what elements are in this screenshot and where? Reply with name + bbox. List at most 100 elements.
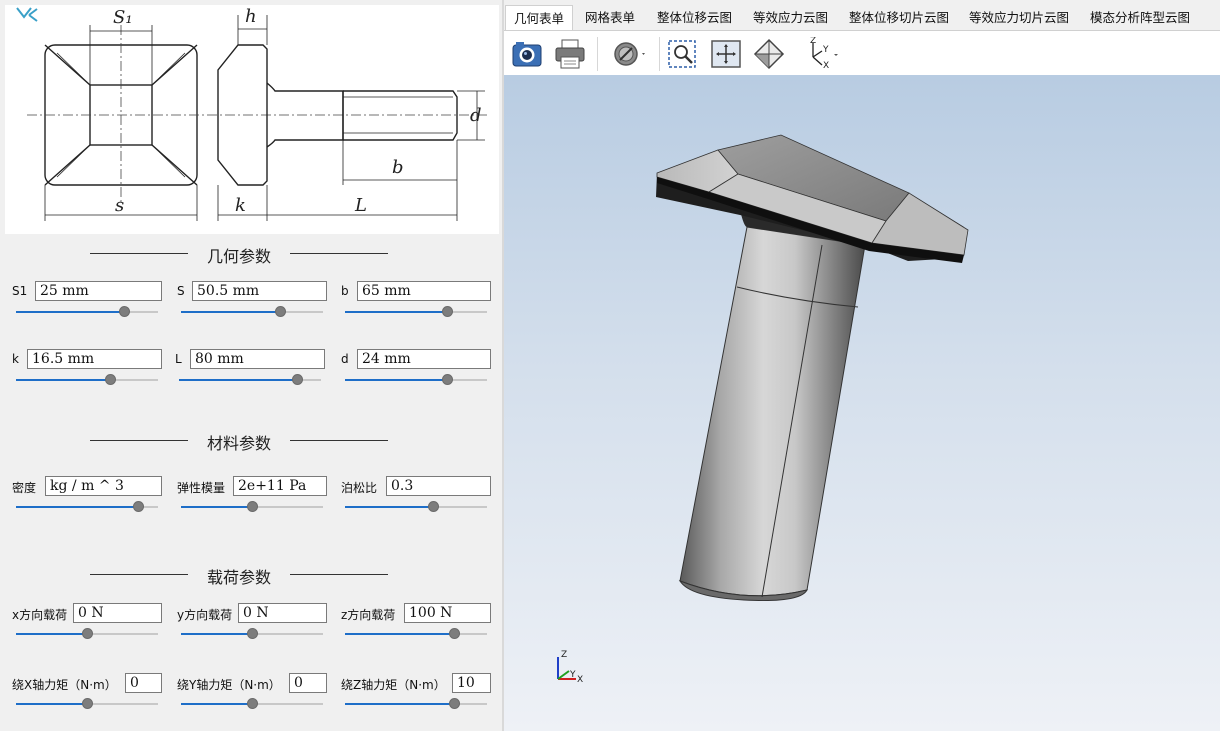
camera-icon[interactable] <box>510 37 544 71</box>
tab-modal-shape[interactable]: 模态分析阵型云图 <box>1082 5 1198 30</box>
tab-mesh-form[interactable]: 网格表单 <box>577 5 643 30</box>
d-dimension-label: d <box>470 105 482 126</box>
my-label: 绕Y轴力矩（N·m） <box>177 678 281 692</box>
mz-slider[interactable] <box>345 698 487 709</box>
param-d: d 24 mm <box>341 349 491 389</box>
tab-displacement-contour[interactable]: 整体位移云图 <box>649 5 740 30</box>
k-label: k <box>12 352 19 366</box>
tab-geometry-form[interactable]: 几何表单 <box>505 5 574 30</box>
d-slider[interactable] <box>345 374 487 385</box>
elastic-modulus-input[interactable]: 2e+11 Pa <box>233 476 327 496</box>
viewer-panel: 几何表单 网格表单 整体位移云图 等效应力云图 整体位移切片云图 等效应力切片云… <box>504 0 1220 731</box>
density-slider[interactable] <box>16 501 158 512</box>
zoom-box-icon[interactable] <box>666 37 700 71</box>
fx-slider[interactable] <box>16 628 158 639</box>
svg-text:Y: Y <box>822 45 829 55</box>
l-slider[interactable] <box>179 374 321 385</box>
toolbar-separator <box>597 37 598 71</box>
d-input[interactable]: 24 mm <box>357 349 491 369</box>
axis-z-label: Z <box>561 650 567 660</box>
s1-slider-thumb[interactable] <box>118 306 130 317</box>
poisson-ratio-label: 泊松比 <box>341 481 378 495</box>
tab-stress-slice[interactable]: 等效应力切片云图 <box>961 5 1077 30</box>
axis-view-icon[interactable]: Z Y X <box>800 36 842 71</box>
s-slider-thumb[interactable] <box>275 306 287 317</box>
fy-slider-thumb[interactable] <box>247 628 258 639</box>
mx-label: 绕X轴力矩（N·m） <box>12 678 117 692</box>
l-input[interactable]: 80 mm <box>190 349 325 369</box>
param-k: k 16.5 mm <box>12 349 162 389</box>
k-input[interactable]: 16.5 mm <box>27 349 162 369</box>
density-input[interactable]: kg / m ^ 3 <box>45 476 162 496</box>
k-slider-thumb[interactable] <box>104 374 116 385</box>
s1-input[interactable]: 25 mm <box>35 281 162 301</box>
mx-slider[interactable] <box>16 698 158 709</box>
my-input[interactable]: 0 <box>289 673 327 693</box>
param-s: S 50.5 mm <box>177 281 327 321</box>
fz-label: z方向载荷 <box>341 608 396 622</box>
fx-input[interactable]: 0 N <box>73 603 162 623</box>
param-fx: x方向载荷 0 N <box>12 603 162 643</box>
poisson-ratio-slider[interactable] <box>345 501 487 512</box>
s-input[interactable]: 50.5 mm <box>192 281 327 301</box>
axis-x-label: X <box>577 675 583 685</box>
geometry-section-label: 几何参数 <box>206 247 271 266</box>
tab-stress-contour[interactable]: 等效应力云图 <box>745 5 836 30</box>
printer-icon[interactable] <box>553 37 587 71</box>
tab-displacement-slice[interactable]: 整体位移切片云图 <box>841 5 957 30</box>
b-dimension-label: b <box>392 157 404 178</box>
k-slider[interactable] <box>16 374 158 385</box>
param-l: L 80 mm <box>175 349 325 389</box>
fz-slider-thumb[interactable] <box>449 628 461 639</box>
b-slider-thumb[interactable] <box>442 306 454 317</box>
fit-view-icon[interactable] <box>709 37 743 71</box>
param-b: b 65 mm <box>341 281 491 321</box>
fy-input[interactable]: 0 N <box>238 603 327 623</box>
logo-icon <box>16 7 38 22</box>
parameter-panel: S₁ h d b s k L 几何参数 S1 25 mm S 50.5 mm b… <box>0 0 503 731</box>
density-label: 密度 <box>12 481 37 495</box>
mz-input[interactable]: 10 <box>452 673 491 693</box>
viewer-toolbar: Z Y X <box>504 30 1220 75</box>
k-dimension-label: k <box>235 195 246 216</box>
toolbar-separator <box>659 37 660 71</box>
s1-slider[interactable] <box>16 306 158 317</box>
h-dimension-label: h <box>245 6 257 27</box>
elastic-modulus-slider-thumb[interactable] <box>247 501 258 512</box>
load-section-label: 载荷参数 <box>206 568 271 587</box>
s-slider[interactable] <box>181 306 323 317</box>
fy-label: y方向载荷 <box>177 608 233 622</box>
param-fy: y方向载荷 0 N <box>177 603 327 643</box>
param-mz: 绕Z轴力矩（N·m） 10 <box>341 673 491 713</box>
mz-slider-thumb[interactable] <box>449 698 461 709</box>
param-poisson-ratio: 泊松比 0.3 <box>341 476 491 516</box>
fx-slider-thumb[interactable] <box>82 628 93 639</box>
param-my: 绕Y轴力矩（N·m） 0 <box>177 673 327 713</box>
param-mx: 绕X轴力矩（N·m） 0 <box>12 673 162 713</box>
elastic-modulus-slider[interactable] <box>181 501 323 512</box>
my-slider[interactable] <box>181 698 323 709</box>
b-input[interactable]: 65 mm <box>357 281 491 301</box>
fz-slider[interactable] <box>345 628 487 639</box>
axis-triad: Z Y X <box>557 650 583 685</box>
l-dimension-label: L <box>354 195 367 216</box>
fz-input[interactable]: 100 N <box>404 603 491 623</box>
poisson-ratio-input[interactable]: 0.3 <box>386 476 491 496</box>
density-slider-thumb[interactable] <box>133 501 145 512</box>
material-section-label: 材料参数 <box>206 434 271 453</box>
view-orientation-icon[interactable] <box>752 37 786 71</box>
b-slider[interactable] <box>345 306 487 317</box>
mz-label: 绕Z轴力矩（N·m） <box>341 678 446 692</box>
s-label: S <box>177 284 185 298</box>
fy-slider[interactable] <box>181 628 323 639</box>
bolt-drawing-svg: S₁ h d b s k L <box>16 6 490 221</box>
l-slider-thumb[interactable] <box>291 374 303 385</box>
mx-slider-thumb[interactable] <box>82 698 93 709</box>
my-slider-thumb[interactable] <box>247 698 258 709</box>
3d-viewport[interactable]: Z Y X <box>504 75 1220 731</box>
d-slider-thumb[interactable] <box>442 374 454 385</box>
clip-plane-icon[interactable] <box>610 37 645 71</box>
bolt-3d-model: Z Y X <box>557 134 969 685</box>
poisson-ratio-slider-thumb[interactable] <box>428 501 440 512</box>
mx-input[interactable]: 0 <box>125 673 162 693</box>
